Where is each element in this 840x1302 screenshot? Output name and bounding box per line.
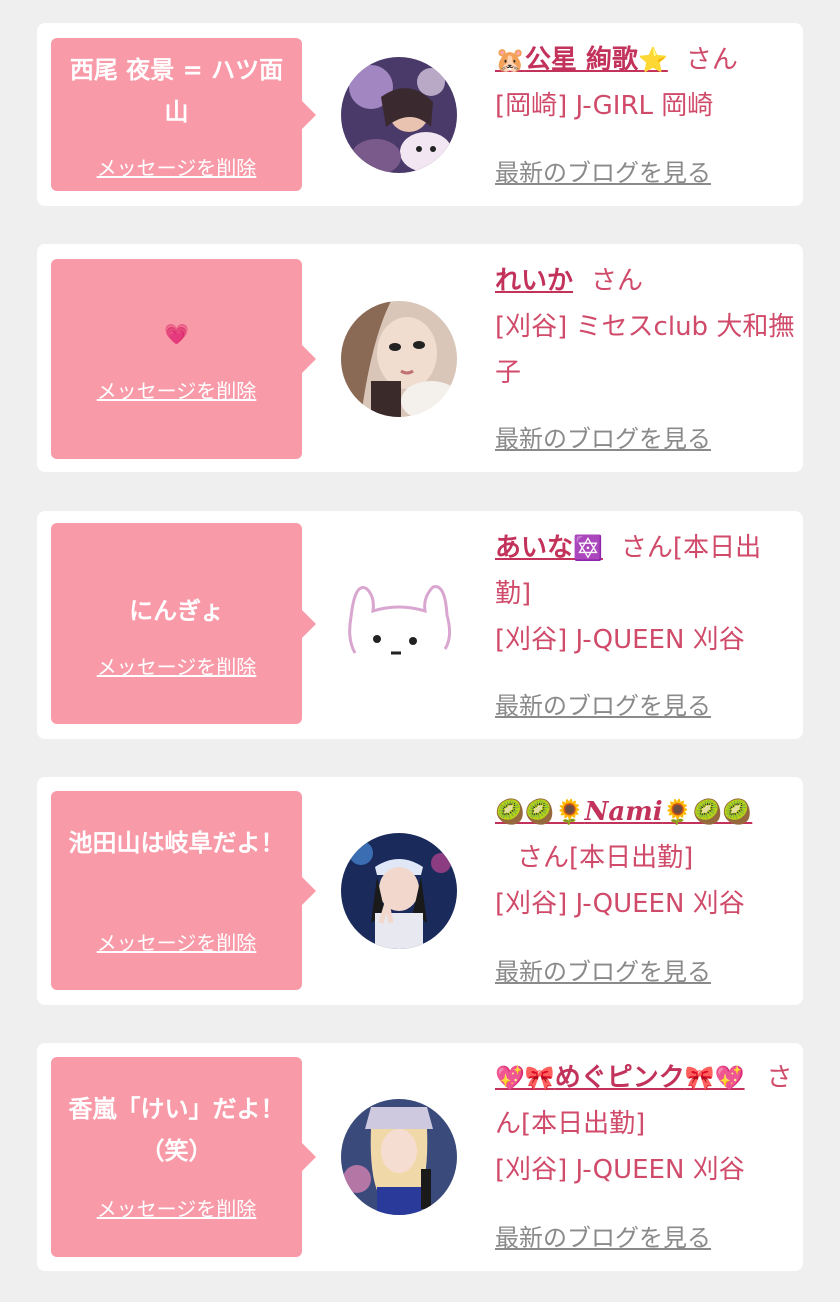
profile-name-link[interactable]: 🥝🥝🌻Nami🌻🥝🥝	[495, 797, 752, 827]
honorific: さん	[517, 843, 570, 873]
message-card: 香嵐「けい」だよ！（笑） メッセージを削除 💖🎀めぐピンク🎀💖 さん[本日出勤] …	[37, 1043, 803, 1271]
latest-blog-link[interactable]: 最新のブログを見る	[495, 1218, 711, 1253]
profile-name-link[interactable]: 🐹公星 絢歌⭐	[495, 45, 668, 75]
message-bubble: 💗 メッセージを削除	[51, 259, 316, 459]
store-name: [刈谷] ミセスclub 大和撫子	[495, 312, 795, 388]
star-icon: ⭐	[637, 46, 668, 74]
status-badge: [本日出勤]	[569, 843, 694, 873]
message-text: 池田山は岐阜だよ！	[68, 829, 285, 857]
message-bubble: にんぎょ メッセージを削除	[51, 523, 316, 724]
message-text: 香嵐「けい」だよ！（笑）	[68, 1095, 285, 1165]
message-text: 💗	[164, 322, 189, 346]
message-list: 西尾 夜景 = ハツ面山 メッセージを削除 🐹公星 絢歌⭐ さん [岡崎] J-G…	[0, 0, 840, 1302]
delete-message-link[interactable]: メッセージを削除	[51, 651, 302, 680]
delete-message-link[interactable]: メッセージを削除	[51, 152, 302, 181]
message-card: 💗 メッセージを削除 れいか さん [刈谷] ミセスclub 大和撫子 最新のブロ…	[37, 244, 803, 472]
status-badge: [本日出勤]	[521, 1109, 646, 1139]
message-card: にんぎょ メッセージを削除 あいな🔯 さん[本日出勤] [刈谷] J-QUEEN …	[37, 511, 803, 739]
profile-name: めぐピンク	[554, 1063, 685, 1093]
sparkling-heart-ribbon-icons: 💖🎀	[495, 1064, 555, 1092]
profile-name: れいか	[495, 266, 574, 296]
honorific: さん	[685, 45, 738, 75]
avatar[interactable]	[341, 1099, 457, 1215]
latest-blog-link[interactable]: 最新のブログを見る	[495, 153, 711, 188]
avatar[interactable]	[341, 57, 457, 173]
latest-blog-link[interactable]: 最新のブログを見る	[495, 952, 711, 987]
profile-name-link[interactable]: あいな🔯	[495, 533, 603, 563]
profile-name-link[interactable]: 💖🎀めぐピンク🎀💖	[495, 1063, 745, 1093]
message-text: 西尾 夜景 = ハツ面山	[69, 56, 284, 126]
profile-name: Nami	[584, 797, 663, 827]
hamster-icon: 🐹	[495, 46, 525, 74]
kiwi-sunflower-icons: 🥝🥝🌻	[495, 798, 585, 826]
honorific: さん	[620, 533, 673, 563]
profile-info: あいな🔯 さん[本日出勤] [刈谷] J-QUEEN 刈谷	[495, 525, 795, 663]
store-name: [刈谷] J-QUEEN 刈谷	[495, 625, 745, 655]
profile-name-link[interactable]: れいか	[495, 266, 573, 296]
message-card: 池田山は岐阜だよ！ メッセージを削除 🥝🥝🌻Nami🌻🥝🥝 さん[本日出勤] [刈…	[37, 777, 803, 1005]
ribbon-sparkling-heart-icons: 🎀💖	[684, 1064, 745, 1092]
latest-blog-link[interactable]: 最新のブログを見る	[495, 686, 711, 721]
profile-info: れいか さん [刈谷] ミセスclub 大和撫子	[495, 258, 795, 396]
store-name: [刈谷] J-QUEEN 刈谷	[495, 889, 745, 919]
avatar[interactable]	[341, 567, 457, 683]
honorific: さん	[591, 266, 644, 296]
message-bubble: 西尾 夜景 = ハツ面山 メッセージを削除	[51, 38, 316, 191]
message-text: にんぎょ	[129, 597, 224, 625]
delete-message-link[interactable]: メッセージを削除	[51, 1193, 302, 1222]
avatar[interactable]	[341, 301, 457, 417]
sunflower-kiwi-icons: 🌻🥝🥝	[662, 798, 753, 826]
message-bubble: 池田山は岐阜だよ！ メッセージを削除	[51, 791, 316, 990]
delete-message-link[interactable]: メッセージを削除	[51, 927, 302, 956]
delete-message-link[interactable]: メッセージを削除	[51, 375, 302, 404]
profile-info: 🐹公星 絢歌⭐ さん [岡崎] J-GIRL 岡崎	[495, 37, 795, 129]
profile-name: あいな	[495, 533, 574, 563]
profile-info: 🥝🥝🌻Nami🌻🥝🥝 さん[本日出勤] [刈谷] J-QUEEN 刈谷	[495, 789, 795, 927]
store-name: [岡崎] J-GIRL 岡崎	[495, 91, 714, 121]
profile-info: 💖🎀めぐピンク🎀💖 さん[本日出勤] [刈谷] J-QUEEN 刈谷	[495, 1055, 795, 1193]
store-name: [刈谷] J-QUEEN 刈谷	[495, 1155, 745, 1185]
star-of-david-icon: 🔯	[573, 534, 603, 562]
profile-name: 公星 絢歌	[524, 45, 638, 75]
avatar[interactable]	[341, 833, 457, 949]
message-card: 西尾 夜景 = ハツ面山 メッセージを削除 🐹公星 絢歌⭐ さん [岡崎] J-G…	[37, 23, 803, 206]
message-bubble: 香嵐「けい」だよ！（笑） メッセージを削除	[51, 1057, 316, 1257]
latest-blog-link[interactable]: 最新のブログを見る	[495, 419, 711, 454]
